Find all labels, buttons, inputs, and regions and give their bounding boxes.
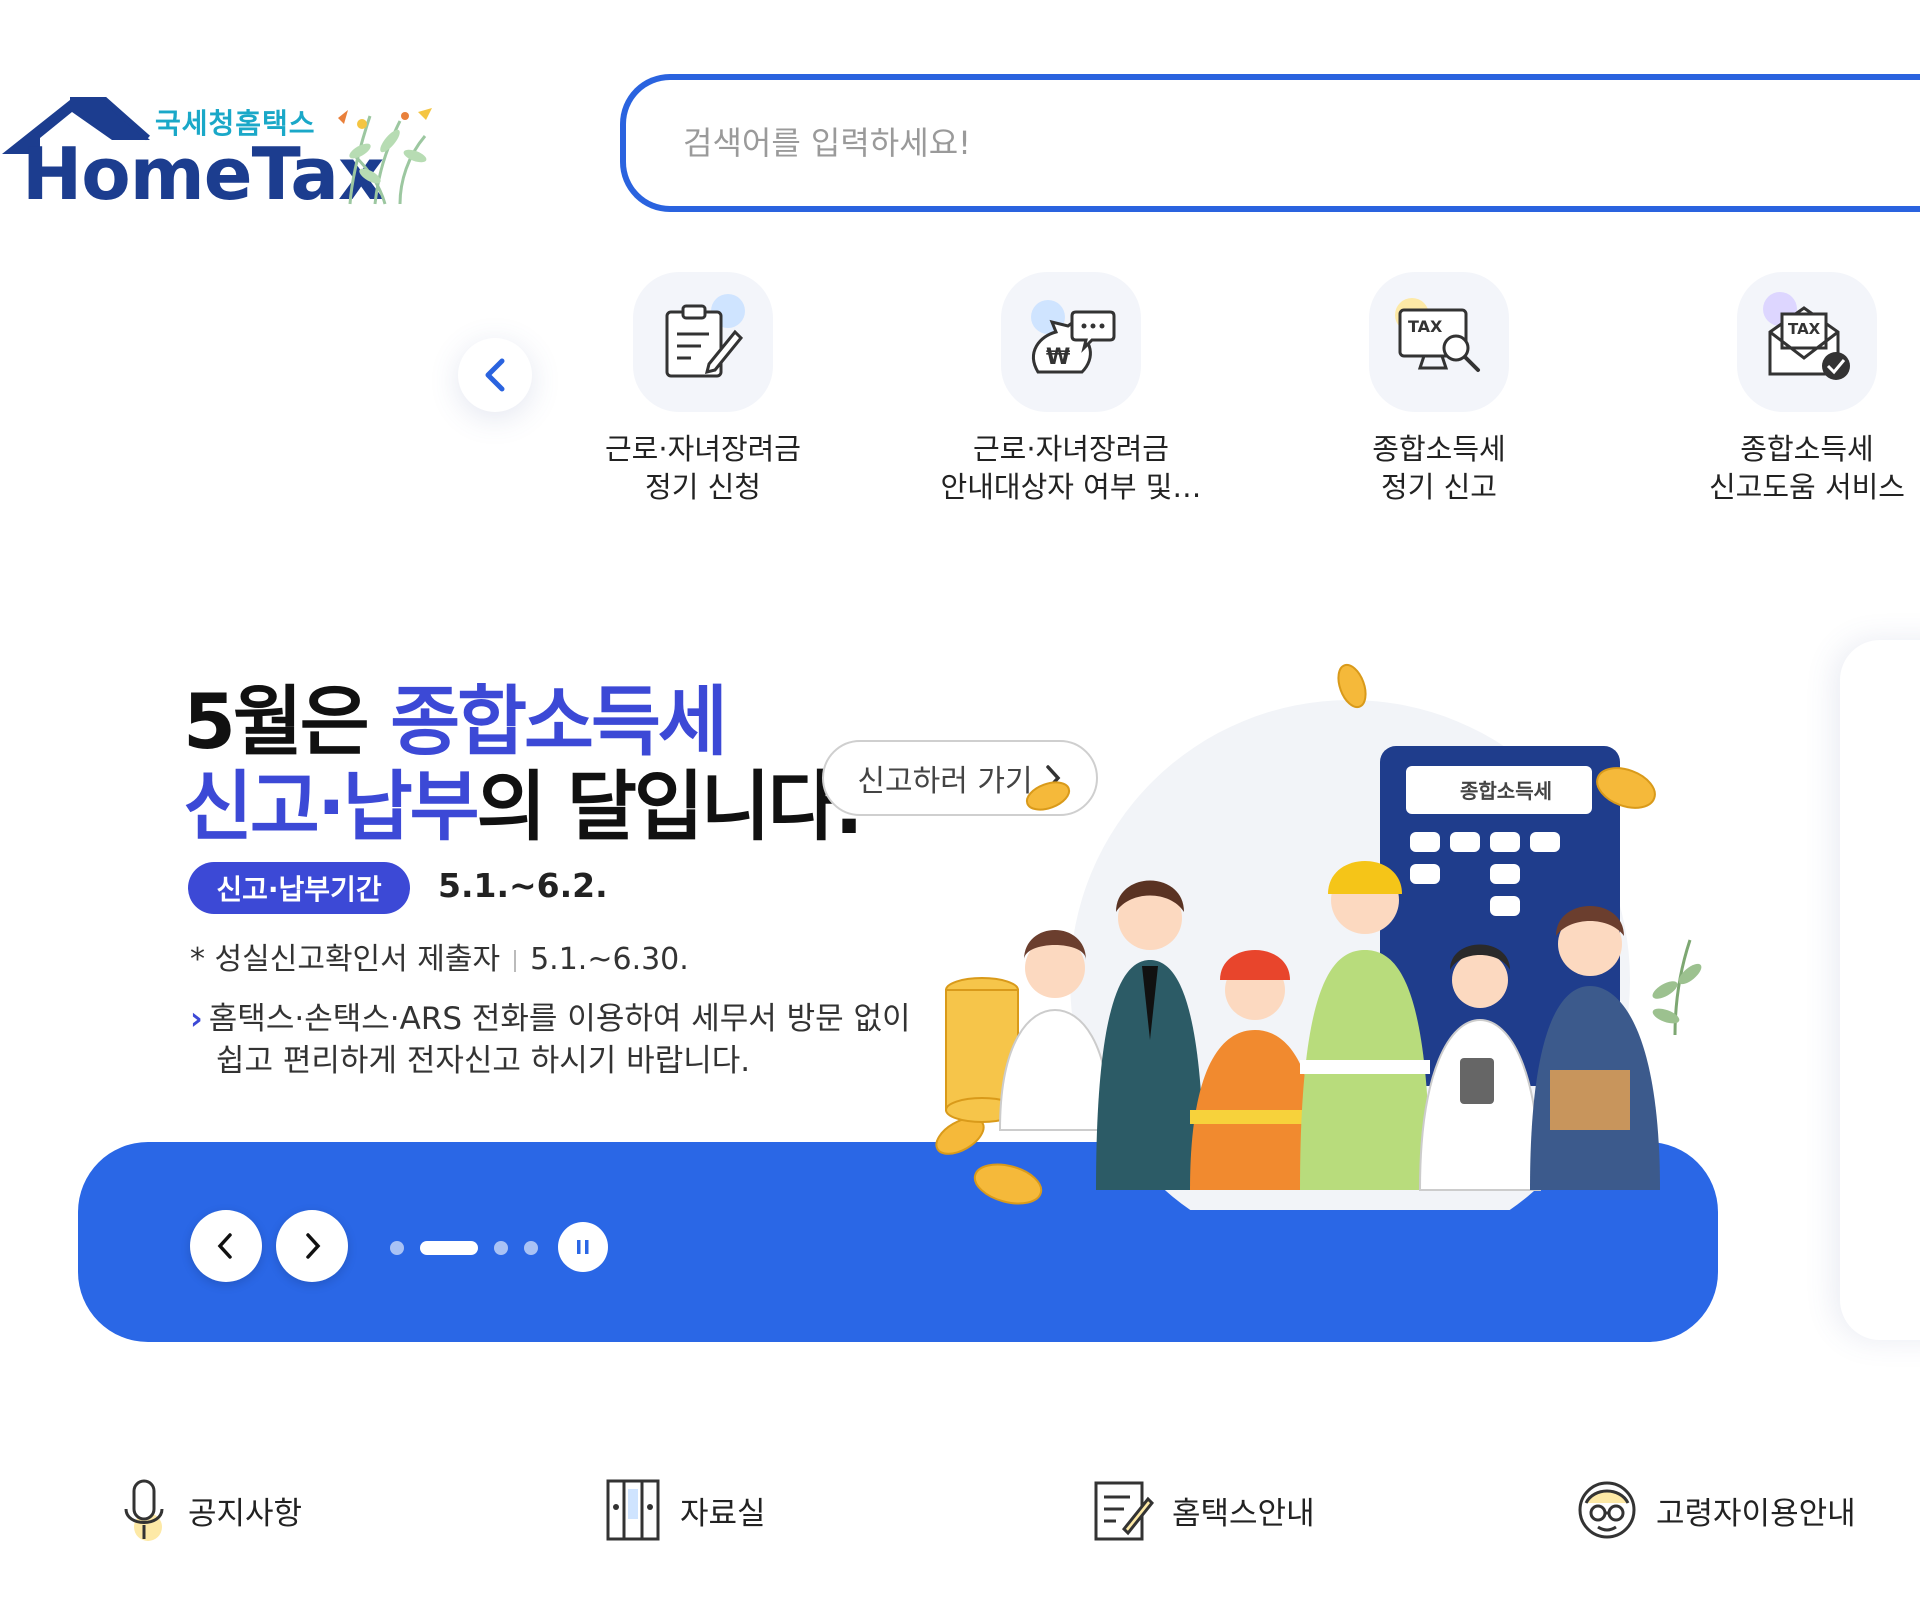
hometax-logo[interactable]: 국세청홈택스 HomeTax	[0, 90, 450, 216]
quick-item-label: 종합소득세 신고도움 서비스	[1709, 432, 1905, 504]
link-archive[interactable]: 자료실	[604, 1470, 766, 1550]
chevron-left-icon	[485, 358, 505, 392]
archive-icon	[606, 1479, 660, 1541]
period-badge: 신고·납부기간	[188, 862, 410, 914]
tax-envelope-check-icon: TAX	[1737, 272, 1877, 412]
money-bag-chat-icon: ₩	[1001, 272, 1141, 412]
link-hometax-guide[interactable]: 홈택스안내	[1092, 1470, 1315, 1550]
link-hometax-guide-label: 홈택스안내	[1172, 1495, 1315, 1532]
banner-illustration: 종합소득세	[935, 663, 1660, 1210]
quick-menu-prev-button[interactable]	[458, 338, 532, 412]
leaf-decoration-icon	[1652, 939, 1702, 1036]
elderly-face-icon	[1578, 1481, 1636, 1539]
banner-pause-button[interactable]	[558, 1222, 608, 1272]
quick-item-earned-income-apply[interactable]: 근로·자녀장려금 정기 신청	[558, 272, 848, 506]
link-elderly-guide[interactable]: 고령자이용안내	[1576, 1470, 1856, 1550]
search-input[interactable]	[681, 112, 1685, 174]
quick-item-income-tax-report[interactable]: TAX 종합소득세 정기 신고	[1294, 272, 1584, 506]
pause-icon	[577, 1240, 589, 1254]
guide-document-icon	[1094, 1481, 1154, 1541]
slide-indicator[interactable]	[524, 1241, 538, 1255]
period-text: 5.1.~6.2.	[438, 866, 608, 905]
link-archive-label: 자료실	[680, 1495, 766, 1532]
link-elderly-guide-label: 고령자이용안내	[1656, 1495, 1856, 1532]
svg-text:₩: ₩	[1046, 345, 1070, 370]
banner-description: › 홈택스·손택스·ARS 전화를 이용하여 세무서 방문 없이 쉽고 편리하게 …	[190, 1001, 911, 1079]
banner-prev-button[interactable]	[190, 1210, 262, 1282]
document-pen-icon	[633, 272, 773, 412]
link-notice[interactable]: 공지사항	[118, 1470, 302, 1550]
quick-item-label: 종합소득세 정기 신고	[1372, 432, 1506, 504]
tax-monitor-search-icon: TAX	[1369, 272, 1509, 412]
slide-indicator[interactable]	[390, 1241, 404, 1255]
quick-item-label: 근로·자녀장려금 정기 신청	[605, 432, 801, 504]
flower-decoration-icon	[338, 108, 432, 205]
slide-indicator[interactable]	[494, 1241, 508, 1255]
banner-next-button[interactable]	[276, 1210, 348, 1282]
microphone-icon	[124, 1479, 164, 1541]
sub-period-text: * 성실신고확인서 제출자 5.1.~6.30.	[190, 942, 689, 977]
quick-item-earned-income-eligibility[interactable]: ₩ 근로·자녀장려금 안내대상자 여부 및…	[926, 272, 1216, 506]
search-bar[interactable]	[620, 74, 1920, 212]
svg-text:TAX: TAX	[1788, 320, 1821, 338]
link-notice-label: 공지사항	[188, 1495, 303, 1532]
quick-item-income-tax-help[interactable]: TAX 종합소득세 신고도움 서비스	[1662, 272, 1920, 506]
slide-indicator-active[interactable]	[420, 1241, 478, 1255]
chevron-right-icon	[306, 1233, 321, 1259]
banner-title-line2: 신고·납부의 달입니다.	[183, 762, 863, 851]
chevron-left-icon	[217, 1233, 232, 1259]
svg-text:TAX: TAX	[1408, 317, 1443, 336]
quick-item-label: 근로·자녀장려금 안내대상자 여부 및…	[940, 432, 1202, 504]
svg-text:종합소득세: 종합소득세	[1460, 779, 1552, 803]
